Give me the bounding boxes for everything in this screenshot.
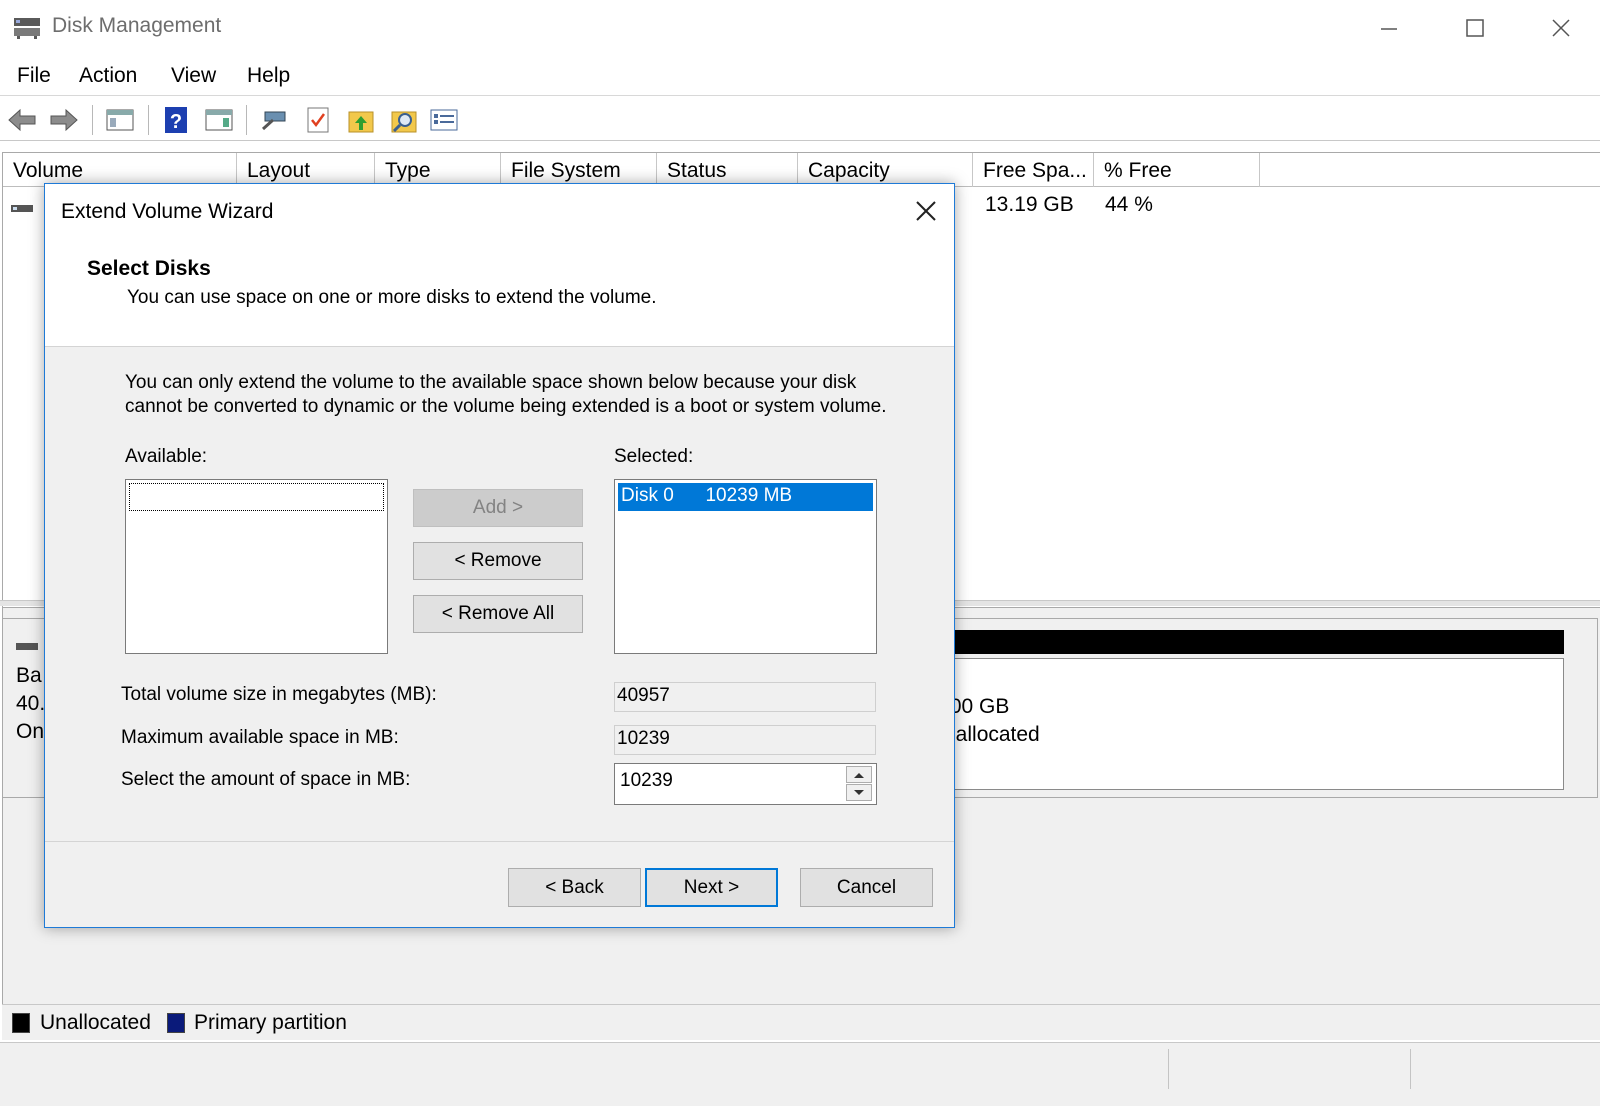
legend-bar: Unallocated Primary partition: [2, 1004, 1600, 1040]
close-icon: [1552, 19, 1570, 37]
checklist-button[interactable]: [302, 104, 334, 136]
column-layout[interactable]: Layout: [237, 153, 375, 187]
properties-list-icon: [430, 109, 458, 131]
toolbar: ?: [0, 97, 1600, 141]
status-divider: [1168, 1049, 1169, 1089]
total-size-field: 40957: [614, 682, 876, 712]
help-button[interactable]: ?: [160, 104, 192, 136]
menu-bar: File Action View Help: [0, 56, 1600, 96]
forward-arrow-icon: [50, 108, 78, 132]
minimize-button[interactable]: [1354, 8, 1424, 48]
wizard-description: You can only extend the volume to the av…: [125, 372, 887, 417]
disk-size-label: 40.: [16, 692, 46, 715]
remove-button[interactable]: < Remove: [413, 542, 583, 580]
toolbar-separator: [92, 105, 93, 135]
svg-text:?: ?: [170, 111, 182, 133]
remove-all-button[interactable]: < Remove All: [413, 595, 583, 633]
search-folder-button[interactable]: [388, 104, 420, 136]
wizard-header: Extend Volume Wizard Select Disks You ca…: [45, 184, 954, 347]
forward-button[interactable]: [48, 104, 80, 136]
help-icon: ?: [165, 107, 187, 133]
menu-view[interactable]: View: [171, 64, 216, 88]
total-size-label: Total volume size in megabytes (MB):: [121, 684, 437, 705]
volume-free-space: 13.19 GB: [985, 193, 1074, 216]
toolbar-separator: [246, 105, 247, 135]
column-percent-free[interactable]: % Free: [1094, 153, 1260, 187]
column-type[interactable]: Type: [375, 153, 501, 187]
search-folder-icon: [391, 111, 417, 133]
column-file-system[interactable]: File System: [501, 153, 657, 187]
maximize-icon: [1466, 19, 1484, 37]
cancel-button[interactable]: Cancel: [800, 868, 933, 907]
action-pane-icon: [205, 109, 233, 131]
chevron-up-icon: [854, 772, 864, 778]
column-status[interactable]: Status: [657, 153, 798, 187]
extend-volume-wizard-dialog: Extend Volume Wizard Select Disks You ca…: [44, 183, 955, 928]
next-button[interactable]: Next >: [645, 868, 778, 907]
close-icon: [916, 201, 936, 221]
max-space-label: Maximum available space in MB:: [121, 727, 399, 748]
close-button[interactable]: [1526, 8, 1596, 48]
space-amount-value[interactable]: 10239: [620, 770, 673, 792]
menu-help[interactable]: Help: [247, 64, 290, 88]
chevron-down-icon: [854, 789, 864, 795]
menu-file[interactable]: File: [17, 64, 51, 88]
max-space-field: 10239: [614, 725, 876, 755]
column-capacity[interactable]: Capacity: [798, 153, 973, 187]
primary-partition-swatch: [167, 1013, 185, 1033]
dialog-title: Extend Volume Wizard: [61, 200, 274, 223]
wizard-step-subheading: You can use space on one or more disks t…: [127, 287, 657, 308]
available-label: Available:: [125, 446, 208, 467]
spin-down-button[interactable]: [846, 784, 872, 801]
status-divider: [1410, 1049, 1411, 1089]
column-volume[interactable]: Volume: [3, 153, 237, 187]
up-folder-button[interactable]: [345, 104, 377, 136]
console-tree-button[interactable]: [104, 104, 136, 136]
back-arrow-icon: [8, 108, 36, 132]
spin-up-button[interactable]: [846, 766, 872, 783]
volume-icon: [11, 197, 33, 212]
volume-list-header: Volume Layout Type File System Status Ca…: [3, 153, 1600, 187]
toolbar-separator: [148, 105, 149, 135]
legend-primary-partition: Primary partition: [194, 1011, 347, 1034]
add-button[interactable]: Add >: [413, 489, 583, 527]
disk-icon: [16, 634, 38, 658]
title-bar: Disk Management: [0, 0, 1600, 54]
disk-type-label: Ba: [16, 664, 42, 687]
console-tree-icon: [106, 109, 134, 131]
disk-status-label: On: [16, 720, 45, 743]
selected-label: Selected:: [614, 446, 694, 467]
properties-button[interactable]: [428, 104, 460, 136]
checklist-icon: [307, 107, 329, 133]
action-pane-button[interactable]: [203, 104, 235, 136]
back-button-wizard[interactable]: < Back: [508, 868, 641, 907]
unallocated-bar: [940, 630, 1564, 654]
maximize-button[interactable]: [1440, 8, 1510, 48]
partition-status: nallocated: [944, 723, 1040, 746]
selected-disk-item[interactable]: Disk 0 10239 MB: [618, 483, 873, 511]
available-focus-rect: [129, 483, 384, 511]
column-free-space[interactable]: Free Spa...: [973, 153, 1094, 187]
legend-unallocated: Unallocated: [40, 1011, 151, 1034]
status-bar: [0, 1042, 1600, 1106]
menu-action[interactable]: Action: [79, 64, 137, 88]
connect-icon: [261, 111, 286, 131]
volume-percent-free: 44 %: [1105, 193, 1153, 216]
footer-separator: [45, 841, 954, 842]
dialog-close-button[interactable]: [909, 196, 943, 226]
window-title: Disk Management: [52, 14, 222, 37]
minimize-icon: [1381, 28, 1397, 30]
selected-disks-list[interactable]: Disk 0 10239 MB: [614, 479, 877, 654]
space-amount-spinner[interactable]: 10239: [614, 763, 877, 805]
available-disks-list[interactable]: [125, 479, 388, 654]
connect-button[interactable]: [258, 104, 290, 136]
select-amount-label: Select the amount of space in MB:: [121, 769, 411, 790]
up-folder-icon: [348, 111, 374, 133]
back-button[interactable]: [6, 104, 38, 136]
disk-management-icon: [12, 14, 42, 40]
unallocated-swatch: [12, 1013, 30, 1033]
wizard-step-heading: Select Disks: [87, 257, 211, 280]
